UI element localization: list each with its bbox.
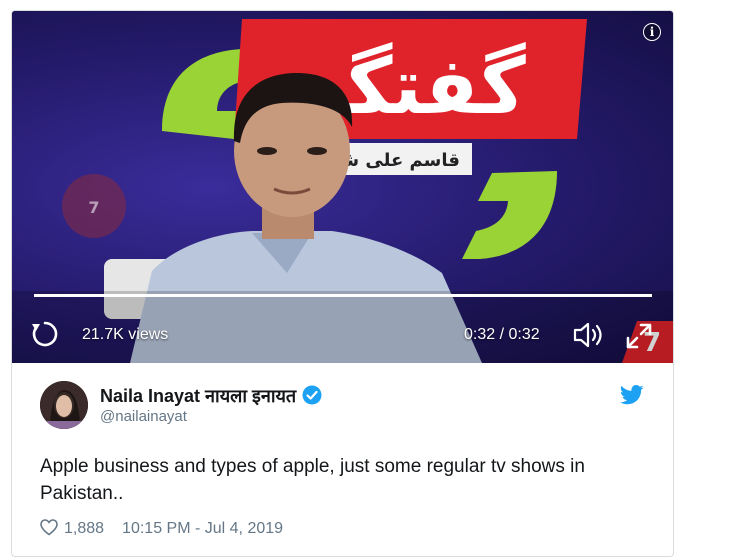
tweet-meta: 1,888 10:15 PM - Jul 4, 2019 bbox=[40, 519, 283, 538]
progress-bar[interactable] bbox=[34, 294, 652, 297]
tweet-body: Naila Inayat नायला इनायत @nailainayat Ap… bbox=[12, 363, 673, 556]
like-count[interactable]: 1,888 bbox=[64, 520, 104, 537]
video-time: 0:32 / 0:32 bbox=[464, 326, 540, 343]
user-handle[interactable]: @nailainayat bbox=[100, 408, 187, 425]
replay-icon[interactable] bbox=[30, 319, 60, 349]
video-controls: 21.7K views 0:32 / 0:32 bbox=[12, 311, 673, 363]
video-player[interactable]: گفتگو قاسم علی شاہ 7 7 i 21.7K views 0:3… bbox=[12, 11, 673, 363]
green-quote-right bbox=[462, 171, 557, 259]
expand-icon[interactable] bbox=[624, 321, 654, 351]
verified-icon bbox=[302, 385, 322, 405]
volume-icon[interactable] bbox=[572, 321, 606, 349]
heart-icon[interactable] bbox=[40, 519, 58, 536]
avatar[interactable] bbox=[40, 381, 88, 429]
info-icon[interactable]: i bbox=[643, 23, 661, 41]
tweet-card: گفتگو قاسم علی شاہ 7 7 i 21.7K views 0:3… bbox=[11, 10, 674, 557]
twitter-bird-icon[interactable] bbox=[620, 385, 644, 405]
tweet-text: Apple business and types of apple, just … bbox=[40, 456, 585, 504]
svg-text:7: 7 bbox=[88, 198, 99, 217]
display-name-text: Naila Inayat नायला इनायत bbox=[100, 386, 297, 406]
avatar-image bbox=[40, 381, 88, 429]
display-name[interactable]: Naila Inayat नायला इनायत bbox=[100, 384, 322, 408]
view-count: 21.7K views bbox=[82, 326, 169, 343]
progress-fill bbox=[34, 294, 652, 297]
tweet-timestamp[interactable]: 10:15 PM - Jul 4, 2019 bbox=[122, 520, 283, 537]
